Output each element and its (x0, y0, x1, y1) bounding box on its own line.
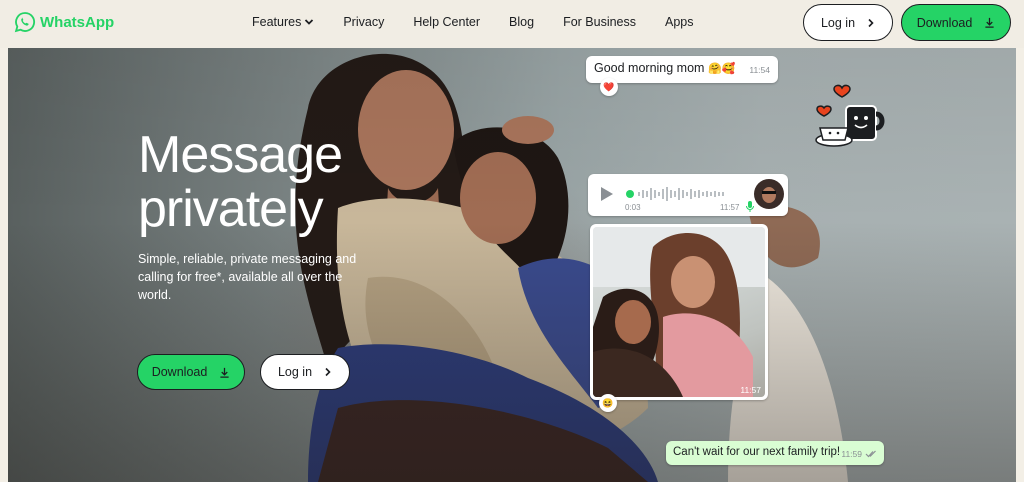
hero-login-button[interactable]: Log in (260, 354, 350, 390)
photo-illustration (593, 227, 765, 397)
nav-item-label: Privacy (343, 15, 385, 29)
header-login-button[interactable]: Log in (803, 4, 893, 41)
heart-icon: ❤️ (603, 81, 615, 92)
nav-item-apps[interactable]: Apps (665, 15, 694, 29)
voice-elapsed: 0:03 (625, 203, 641, 212)
hero-title: Message privately (138, 126, 343, 238)
nav-item-label: Features (252, 15, 302, 29)
chat-bubble-good-morning: Good morning mom 🤗🥰 11:54 (586, 56, 778, 83)
download-icon (985, 17, 994, 28)
hero-download-button[interactable]: Download (137, 354, 245, 390)
whatsapp-logo-icon (14, 12, 36, 33)
mic-icon (746, 201, 754, 212)
play-icon[interactable] (600, 186, 614, 202)
double-check-icon (865, 450, 876, 458)
nav-item-label: Help Center (413, 15, 481, 29)
nav-item-privacy[interactable]: Privacy (343, 15, 384, 29)
nav-item-for-business[interactable]: For Business (563, 15, 636, 29)
site-header: WhatsApp Features Privacy Help Center Bl… (0, 0, 1024, 48)
photo-image (593, 227, 765, 397)
login-label: Log in (277, 365, 313, 379)
brand-logo[interactable]: WhatsApp (14, 11, 114, 33)
message-emoji: 🤗🥰 (707, 63, 736, 75)
chat-bubble-family-trip: Can't wait for our next family trip! 11:… (666, 441, 884, 465)
nav-item-blog[interactable]: Blog (509, 15, 534, 29)
hero-title-line-1: Message (138, 126, 343, 184)
header-download-button[interactable]: Download (901, 4, 1011, 41)
brand-name: WhatsApp (40, 13, 115, 31)
message-time: 11:54 (749, 65, 770, 75)
chevron-down-icon (305, 19, 314, 25)
main-nav: Features Privacy Help Center Blog For Bu… (252, 0, 694, 44)
message-text: Good morning mom (594, 61, 705, 75)
avatar (754, 179, 784, 209)
hero-section: Message privately Simple, reliable, priv… (8, 48, 1016, 482)
hero-subtitle: Simple, reliable, private messaging and … (138, 252, 357, 302)
download-label: Download (916, 15, 973, 30)
voice-message: 0:03 11:57 (588, 174, 788, 216)
message-time: 11:59 (841, 449, 862, 459)
download-icon (220, 367, 229, 378)
nav-item-label: Blog (509, 15, 535, 29)
photo-time: 11:57 (740, 385, 761, 395)
login-label: Log in (820, 15, 856, 30)
download-label: Download (151, 365, 208, 379)
laughing-emoji-icon: 😆 (602, 397, 614, 408)
coffee-sticker-icon (815, 84, 885, 147)
nav-item-features[interactable]: Features (252, 15, 314, 29)
message-text: Can't wait for our next family trip! (673, 446, 841, 458)
nav-item-label: Apps (665, 15, 694, 29)
hero-title-line-2: privately (138, 180, 324, 238)
voice-time: 11:57 (720, 203, 740, 212)
nav-item-help-center[interactable]: Help Center (413, 15, 480, 29)
chevron-right-icon (868, 18, 874, 27)
nav-item-label: For Business (563, 15, 637, 29)
photo-message[interactable]: 11:57 (590, 224, 768, 400)
reaction-badge: 😆 (599, 394, 617, 412)
chevron-right-icon (325, 367, 331, 377)
waveform[interactable] (626, 186, 746, 202)
reaction-badge: ❤️ (600, 78, 618, 96)
